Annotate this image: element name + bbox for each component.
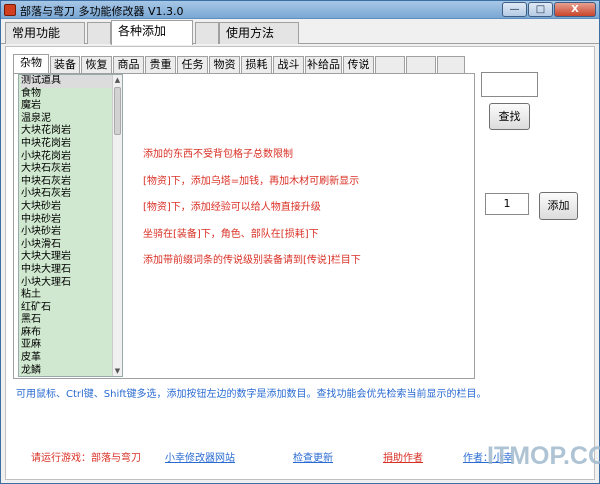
website-link[interactable]: 小幸修改器网站	[165, 449, 235, 464]
subtab-combat[interactable]: 战斗	[273, 56, 304, 74]
subtab-legendary[interactable]: 传说	[343, 56, 374, 74]
list-item[interactable]: 皮革	[21, 352, 122, 365]
list-item[interactable]: 中块花岗岩	[21, 138, 122, 151]
list-item[interactable]: 小块花岗岩	[21, 151, 122, 164]
run-game-status: 请运行游戏：部落与弯刀	[31, 453, 141, 464]
list-item[interactable]: 食物	[21, 88, 122, 101]
scroll-up-icon[interactable]: ▲	[113, 75, 122, 85]
app-logo-icon	[4, 4, 16, 16]
list-item[interactable]: 粘土	[21, 289, 122, 302]
tab-spacer	[195, 22, 219, 44]
donate-link[interactable]: 捐助作者	[383, 449, 423, 464]
window-title: 部落与弯刀 多功能修改器 V1.3.0	[20, 5, 184, 18]
note-text: [物资]下，添加经验可以给人物直接升级	[143, 202, 321, 213]
subtab-recovery[interactable]: 恢复	[81, 56, 112, 74]
title-bar[interactable]: 部落与弯刀 多功能修改器 V1.3.0 — □ X	[1, 1, 599, 19]
scroll-down-icon[interactable]: ▼	[113, 366, 122, 376]
list-scrollbar[interactable]: ▲ ▼	[112, 75, 122, 376]
list-item[interactable]: 魔岩	[21, 100, 122, 113]
list-item[interactable]: 测试道具	[21, 75, 122, 88]
list-item[interactable]: 麻布	[21, 327, 122, 340]
close-button[interactable]: X	[554, 2, 596, 17]
note-text: [物资]下，添加乌塔=加钱，再加木材可刷新显示	[143, 175, 360, 187]
subtab-goods[interactable]: 商品	[113, 56, 144, 74]
subtab-equipment[interactable]: 装备	[50, 56, 80, 74]
quantity-input[interactable]: 1	[485, 193, 529, 215]
list-item[interactable]: 大块砂岩	[21, 201, 122, 214]
subtab-empty	[437, 56, 465, 74]
watermark-logo: ITMOP.COM	[487, 442, 600, 470]
scroll-thumb[interactable]	[114, 87, 121, 135]
list-item[interactable]: 中块石灰岩	[21, 176, 122, 189]
subtab-empty	[406, 56, 436, 74]
minimize-button[interactable]: —	[502, 2, 527, 17]
list-item[interactable]: 大块大理岩	[21, 251, 122, 264]
usage-notes: 添加的东西不受背包格子总数限制 [物资]下，添加乌塔=加钱，再加木材可刷新显示 …	[143, 149, 361, 282]
list-item[interactable]: 中块大理石	[21, 264, 122, 277]
tab-spacer	[87, 22, 111, 44]
main-tab-strip: 常用功能 各种添加 使用方法	[1, 20, 599, 45]
tab-various-add[interactable]: 各种添加	[111, 20, 193, 45]
note-text: 添加带前缀词条的传说级别装备请到[传说]栏目下	[143, 255, 361, 266]
subtab-quest[interactable]: 任务	[177, 56, 208, 74]
list-item[interactable]: 大块石灰岩	[21, 163, 122, 176]
search-button[interactable]: 查找	[489, 103, 530, 130]
subtab-empty	[375, 56, 405, 74]
list-item[interactable]: 黑石	[21, 314, 122, 327]
search-input[interactable]	[481, 72, 538, 97]
note-text: 添加的东西不受背包格子总数限制	[143, 149, 293, 160]
list-item[interactable]: 小块大理石	[21, 277, 122, 290]
tab-usage[interactable]: 使用方法	[219, 22, 299, 44]
list-item[interactable]: 中块砂岩	[21, 214, 122, 227]
note-text: 坐骑在[装备]下，角色、部队在[损耗]下	[143, 228, 319, 240]
subtab-consumables[interactable]: 损耗	[241, 56, 272, 74]
window-controls: — □ X	[501, 2, 596, 17]
subtab-valuables[interactable]: 贵重	[145, 56, 176, 74]
list-item[interactable]: 龙鳞	[21, 365, 122, 376]
list-item[interactable]: 小块石灰岩	[21, 188, 122, 201]
subtab-supplies[interactable]: 物资	[209, 56, 240, 74]
category-tab-strip: 杂物 装备 恢复 商品 贵重 任务 物资 损耗 战斗 补给品 传说	[13, 54, 465, 75]
list-item[interactable]: 小块砂岩	[21, 226, 122, 239]
list-item[interactable]: 小块滑石	[21, 239, 122, 252]
tab-common-functions[interactable]: 常用功能	[5, 22, 85, 44]
subtab-provisions[interactable]: 补给品	[305, 56, 342, 74]
add-button[interactable]: 添加	[539, 192, 578, 220]
item-listbox[interactable]: 测试道具 食物 魔岩 温泉泥 大块花岗岩 中块花岗岩 小块花岗岩 大块石灰岩 中…	[18, 74, 123, 377]
maximize-button[interactable]: □	[528, 2, 553, 17]
list-item[interactable]: 红矿石	[21, 302, 122, 315]
check-update-link[interactable]: 检查更新	[293, 449, 333, 464]
subtab-misc[interactable]: 杂物	[13, 54, 49, 75]
app-window: 部落与弯刀 多功能修改器 V1.3.0 — □ X 常用功能 各种添加 使用方法…	[0, 0, 600, 484]
list-item[interactable]: 大块花岗岩	[21, 125, 122, 138]
list-item[interactable]: 温泉泥	[21, 113, 122, 126]
help-hint: 可用鼠标、Ctrl键、Shift键多选，添加按钮左边的数字是添加数目。查找功能会…	[16, 389, 487, 400]
list-item[interactable]: 亚麻	[21, 339, 122, 352]
